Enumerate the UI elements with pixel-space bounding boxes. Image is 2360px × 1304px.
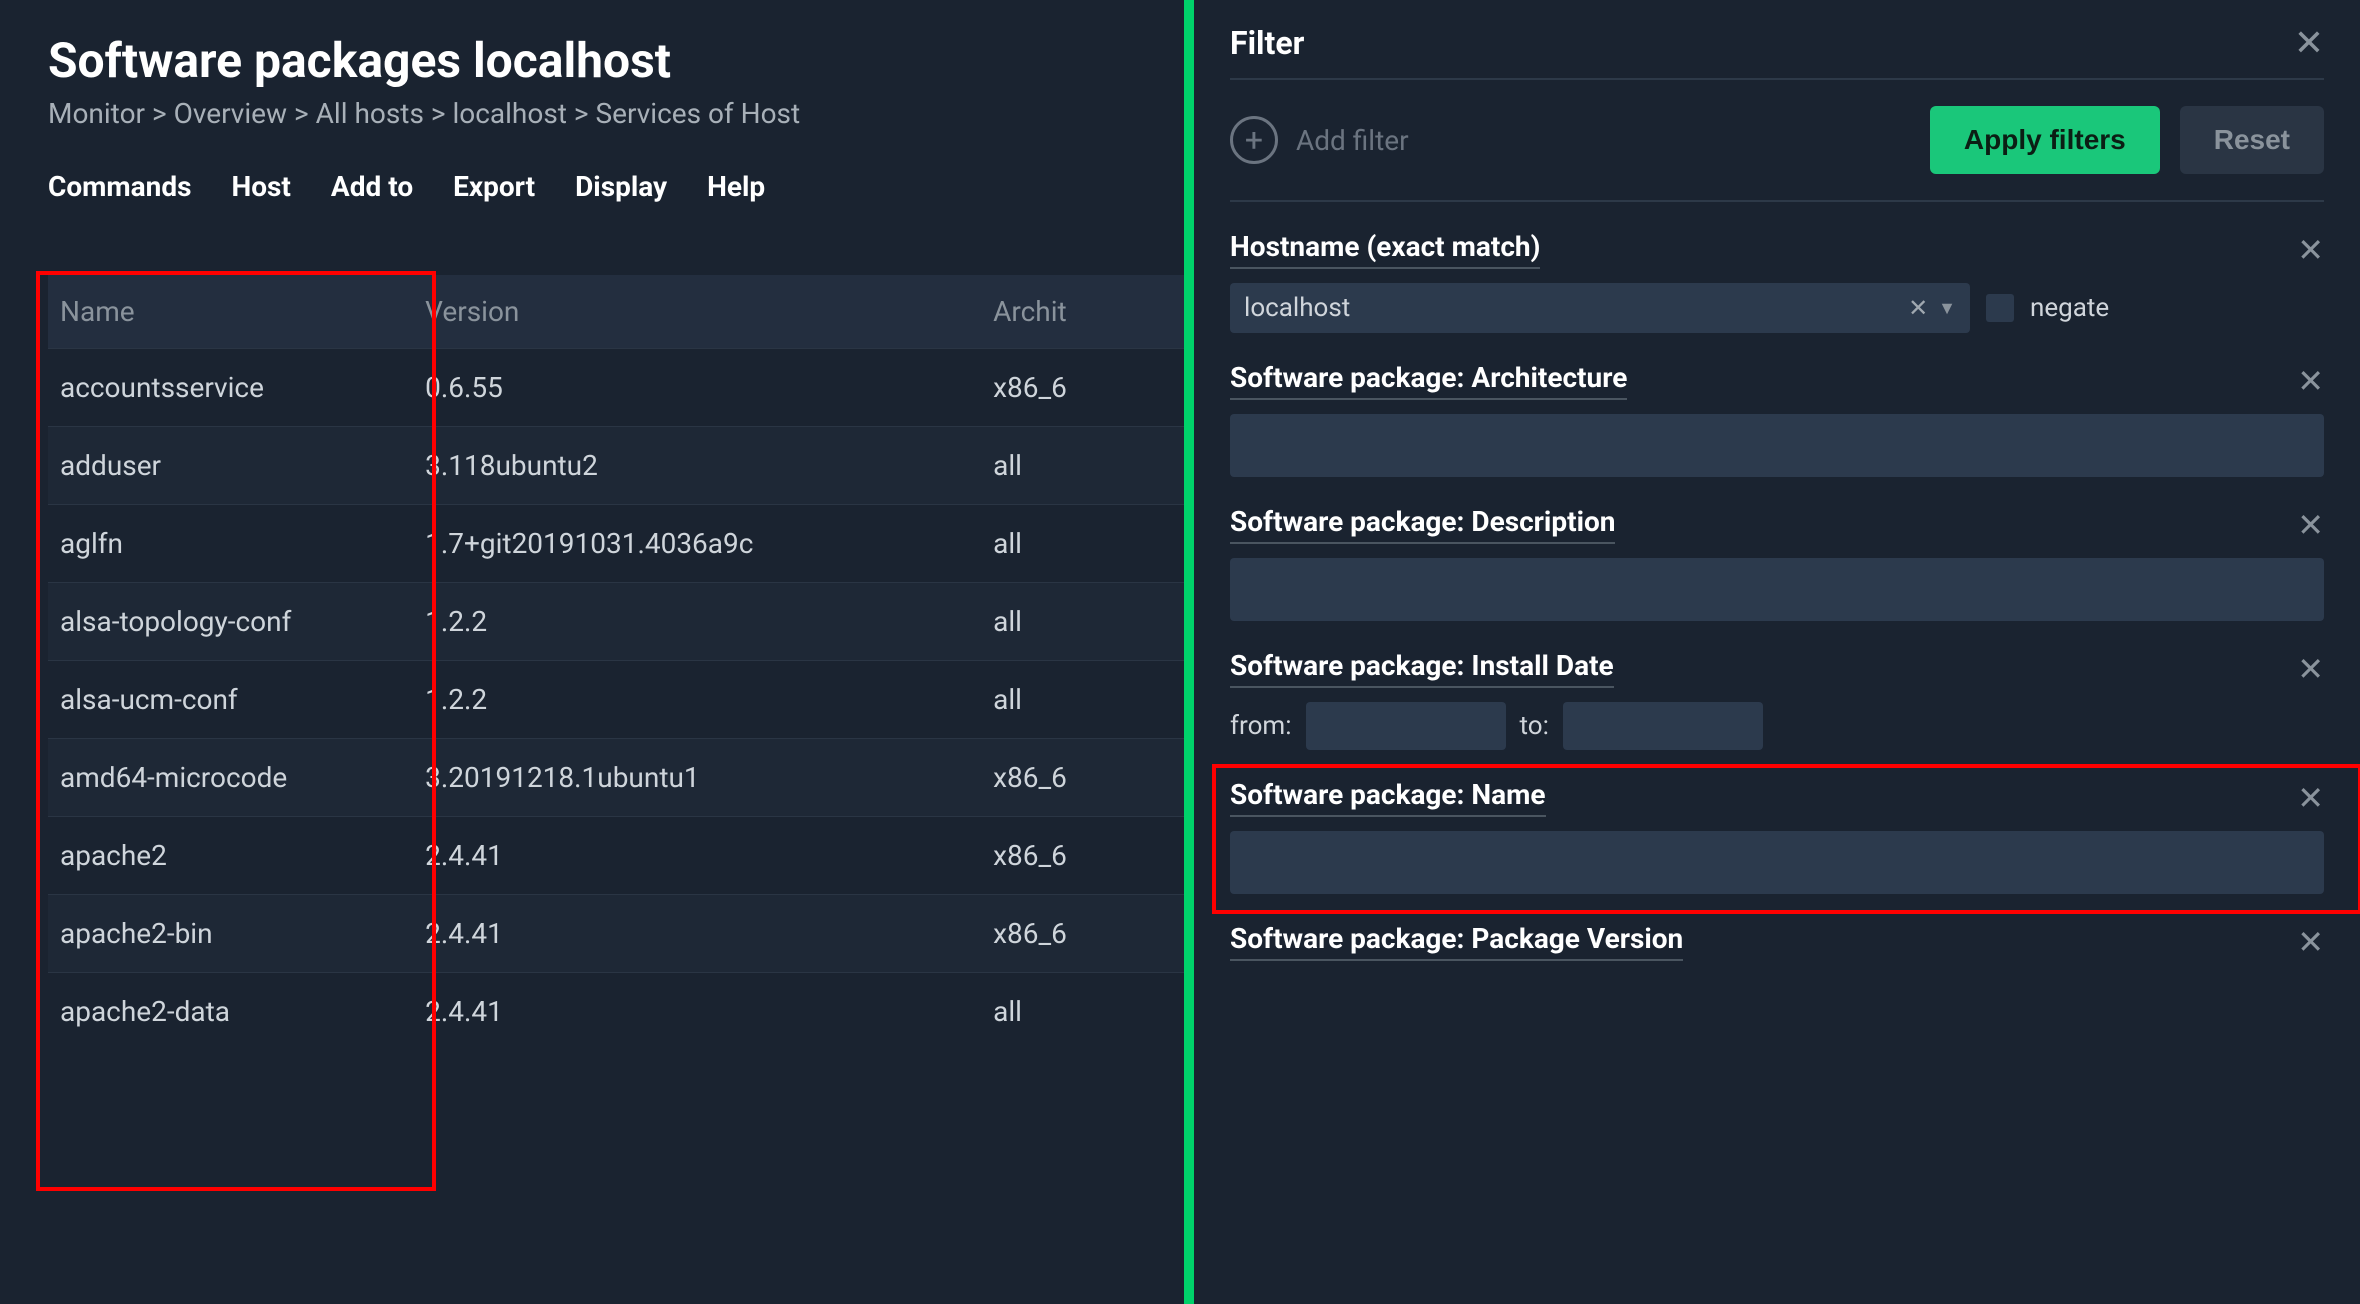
table-row[interactable]: accountsservice0.6.55x86_6	[48, 349, 1184, 427]
menubar: Commands Host Add to Export Display Help	[48, 154, 1184, 219]
table-row[interactable]: apache2-data2.4.41all	[48, 973, 1184, 1051]
menu-commands[interactable]: Commands	[48, 170, 191, 203]
filter-label: Hostname (exact match)	[1230, 230, 1540, 269]
package-name-input[interactable]	[1230, 831, 2324, 894]
cell-name: amd64-microcode	[48, 739, 413, 817]
cell-name: aglfn	[48, 505, 413, 583]
breadcrumb-item[interactable]: Services of Host	[595, 97, 800, 130]
cell-arch: x86_6	[981, 349, 1184, 427]
from-date-input[interactable]	[1306, 702, 1506, 750]
cell-name: apache2-bin	[48, 895, 413, 973]
hostname-value: localhost	[1244, 293, 1898, 323]
cell-version: 2.4.41	[413, 817, 981, 895]
cell-arch: x86_6	[981, 739, 1184, 817]
breadcrumb-item[interactable]: Overview	[174, 97, 288, 130]
remove-filter-icon[interactable]: ✕	[2297, 509, 2324, 541]
filter-architecture: Software package: Architecture ✕	[1230, 361, 2324, 477]
add-filter-label: Add filter	[1296, 124, 1409, 157]
chevron-down-icon[interactable]: ▼	[1938, 298, 1956, 319]
cell-arch: all	[981, 583, 1184, 661]
remove-filter-icon[interactable]: ✕	[2297, 365, 2324, 397]
breadcrumb-item[interactable]: All hosts	[316, 97, 424, 130]
negate-checkbox[interactable]	[1986, 294, 2014, 322]
close-icon[interactable]: ✕	[2294, 25, 2324, 61]
cell-arch: all	[981, 505, 1184, 583]
cell-version: 3.20191218.1ubuntu1	[413, 739, 981, 817]
breadcrumb: Monitor > Overview > All hosts > localho…	[48, 97, 1184, 130]
column-header-version[interactable]: Version	[413, 275, 981, 349]
remove-filter-icon[interactable]: ✕	[2297, 926, 2324, 958]
cell-arch: all	[981, 661, 1184, 739]
remove-filter-icon[interactable]: ✕	[2297, 782, 2324, 814]
filter-package-version: Software package: Package Version ✕	[1230, 922, 2324, 961]
table-row[interactable]: alsa-ucm-conf1.2.2all	[48, 661, 1184, 739]
cell-name: adduser	[48, 427, 413, 505]
apply-filters-button[interactable]: Apply filters	[1930, 106, 2160, 174]
breadcrumb-item[interactable]: Monitor	[48, 97, 145, 130]
cell-name: apache2	[48, 817, 413, 895]
to-label: to:	[1520, 711, 1549, 741]
table-row[interactable]: aglfn1.7+git20191031.4036a9call	[48, 505, 1184, 583]
cell-name: apache2-data	[48, 973, 413, 1051]
filter-hostname: Hostname (exact match) ✕ localhost ✕ ▼ n…	[1230, 230, 2324, 333]
filter-label: Software package: Package Version	[1230, 922, 1683, 961]
cell-version: 1.7+git20191031.4036a9c	[413, 505, 981, 583]
to-date-input[interactable]	[1563, 702, 1763, 750]
filter-description: Software package: Description ✕	[1230, 505, 2324, 621]
negate-label: negate	[2030, 293, 2109, 323]
page-title: Software packages localhost	[48, 32, 1184, 89]
table-row[interactable]: adduser3.118ubuntu2all	[48, 427, 1184, 505]
filter-label: Software package: Name	[1230, 778, 1546, 817]
filter-label: Software package: Architecture	[1230, 361, 1627, 400]
column-header-name[interactable]: Name	[48, 275, 413, 349]
packages-table: Name Version Archit accountsservice0.6.5…	[48, 275, 1184, 1050]
cell-version: 1.2.2	[413, 661, 981, 739]
cell-arch: x86_6	[981, 895, 1184, 973]
breadcrumb-item[interactable]: localhost	[452, 97, 566, 130]
menu-export[interactable]: Export	[453, 170, 535, 203]
menu-host[interactable]: Host	[231, 170, 290, 203]
cell-version: 0.6.55	[413, 349, 981, 427]
filter-package-name: Software package: Name ✕	[1230, 778, 2324, 894]
table-row[interactable]: apache2-bin2.4.41x86_6	[48, 895, 1184, 973]
cell-version: 3.118ubuntu2	[413, 427, 981, 505]
hostname-input[interactable]: localhost ✕ ▼	[1230, 283, 1970, 333]
column-header-arch[interactable]: Archit	[981, 275, 1184, 349]
description-input[interactable]	[1230, 558, 2324, 621]
from-label: from:	[1230, 711, 1292, 741]
cell-version: 2.4.41	[413, 973, 981, 1051]
cell-version: 2.4.41	[413, 895, 981, 973]
filter-label: Software package: Install Date	[1230, 649, 1614, 688]
menu-display[interactable]: Display	[575, 170, 667, 203]
panel-divider	[1184, 0, 1194, 1304]
filter-label: Software package: Description	[1230, 505, 1615, 544]
cell-name: accountsservice	[48, 349, 413, 427]
cell-name: alsa-topology-conf	[48, 583, 413, 661]
filter-panel: Filter ✕ + Add filter Apply filters Rese…	[1194, 0, 2360, 1304]
add-filter-button[interactable]: + Add filter	[1230, 116, 1409, 164]
filter-install-date: Software package: Install Date ✕ from: t…	[1230, 649, 2324, 750]
table-row[interactable]: alsa-topology-conf1.2.2all	[48, 583, 1184, 661]
filter-heading: Filter	[1230, 24, 1304, 62]
cell-arch: all	[981, 427, 1184, 505]
table-row[interactable]: amd64-microcode3.20191218.1ubuntu1x86_6	[48, 739, 1184, 817]
table-row[interactable]: apache22.4.41x86_6	[48, 817, 1184, 895]
architecture-input[interactable]	[1230, 414, 2324, 477]
cell-arch: x86_6	[981, 817, 1184, 895]
cell-version: 1.2.2	[413, 583, 981, 661]
plus-icon: +	[1230, 116, 1278, 164]
cell-arch: all	[981, 973, 1184, 1051]
menu-help[interactable]: Help	[707, 170, 765, 203]
menu-add-to[interactable]: Add to	[331, 170, 413, 203]
reset-button[interactable]: Reset	[2180, 106, 2324, 174]
main-content: Software packages localhost Monitor > Ov…	[0, 0, 1184, 1304]
remove-filter-icon[interactable]: ✕	[2297, 234, 2324, 266]
remove-filter-icon[interactable]: ✕	[2297, 653, 2324, 685]
clear-icon[interactable]: ✕	[1908, 294, 1928, 322]
cell-name: alsa-ucm-conf	[48, 661, 413, 739]
